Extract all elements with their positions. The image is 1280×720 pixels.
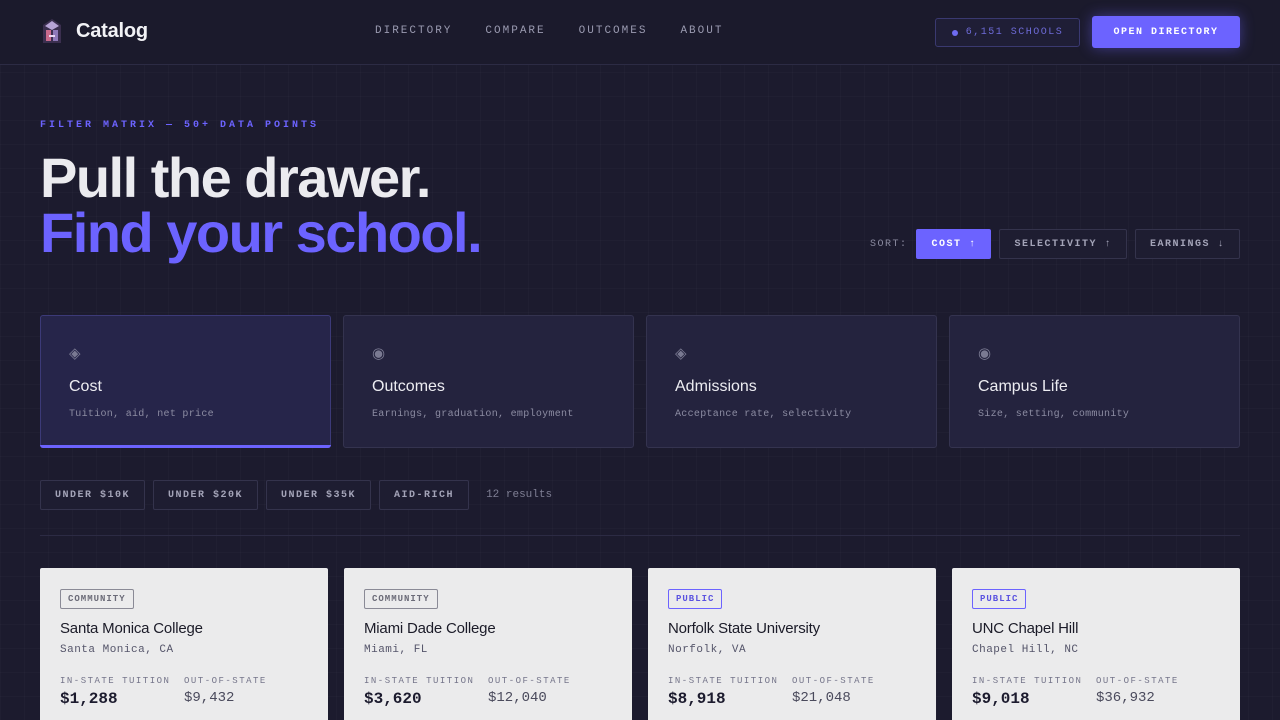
open-directory-button[interactable]: OPEN DIRECTORY	[1092, 16, 1240, 48]
sort-cost-button[interactable]: COST ↑	[916, 229, 992, 259]
category-subtitle: Tuition, aid, net price	[69, 409, 214, 420]
school-card[interactable]: PUBLIC UNC Chapel Hill Chapel Hill, NC I…	[952, 568, 1240, 720]
filter-chips: UNDER $10K UNDER $20K UNDER $35K AID-RIC…	[40, 480, 552, 510]
nav-link-compare[interactable]: COMPARE	[485, 25, 545, 37]
target-icon: ◉	[372, 345, 386, 362]
out-state-label: OUT-OF-STATE	[184, 676, 267, 686]
category-subtitle: Size, setting, community	[978, 409, 1130, 420]
category-title: Cost	[69, 378, 102, 395]
out-state-tuition: $21,048	[792, 690, 851, 706]
out-state-tuition: $36,932	[1096, 690, 1155, 706]
brand[interactable]: Catalog	[40, 17, 148, 45]
main-nav: DIRECTORY COMPARE OUTCOMES ABOUT	[375, 25, 756, 37]
out-state-tuition: $9,432	[184, 690, 235, 706]
school-name: UNC Chapel Hill	[972, 620, 1079, 637]
sort-label: SORT:	[869, 238, 908, 250]
category-card-cost[interactable]: ◈ Cost Tuition, aid, net price	[40, 315, 331, 448]
in-state-tuition: $8,918	[668, 690, 726, 708]
category-title: Admissions	[675, 378, 757, 395]
out-state-tuition: $12,040	[488, 690, 547, 706]
in-state-label: IN-STATE TUITION	[60, 676, 171, 686]
school-card[interactable]: PUBLIC Norfolk State University Norfolk,…	[648, 568, 936, 720]
in-state-tuition: $3,620	[364, 690, 422, 708]
filter-under-20k[interactable]: UNDER $20K	[153, 480, 259, 510]
category-card-outcomes[interactable]: ◉ Outcomes Earnings, graduation, employm…	[343, 315, 634, 448]
nav-link-directory[interactable]: DIRECTORY	[375, 25, 452, 37]
category-title: Outcomes	[372, 378, 445, 395]
filter-under-10k[interactable]: UNDER $10K	[40, 480, 146, 510]
school-card[interactable]: COMMUNITY Miami Dade College Miami, FL I…	[344, 568, 632, 720]
schools-count-label: 6,151 SCHOOLS	[965, 27, 1064, 38]
tuition-info: IN-STATE TUITION $9,018 OUT-OF-STATE $36…	[972, 676, 1220, 708]
school-type-badge: PUBLIC	[972, 589, 1027, 609]
school-location: Santa Monica, CA	[60, 644, 174, 656]
out-state-label: OUT-OF-STATE	[488, 676, 571, 686]
in-state-tuition: $1,288	[60, 690, 118, 708]
school-card[interactable]: COMMUNITY Santa Monica College Santa Mon…	[40, 568, 328, 720]
out-state-label: OUT-OF-STATE	[1096, 676, 1179, 686]
school-type-badge: COMMUNITY	[364, 589, 438, 609]
category-subtitle: Acceptance rate, selectivity	[675, 409, 852, 420]
in-state-label: IN-STATE TUITION	[668, 676, 779, 686]
tuition-info: IN-STATE TUITION $1,288 OUT-OF-STATE $9,…	[60, 676, 308, 708]
results-count: 12 results	[486, 489, 553, 501]
section-divider	[40, 535, 1240, 536]
category-card-admissions[interactable]: ◈ Admissions Acceptance rate, selectivit…	[646, 315, 937, 448]
in-state-label: IN-STATE TUITION	[364, 676, 475, 686]
hero-eyebrow: FILTER MATRIX — 50+ DATA POINTS	[40, 120, 320, 131]
brand-name: Catalog	[76, 19, 148, 42]
hero-title-line2: Find your school.	[40, 201, 483, 264]
sort-controls: SORT: COST ↑ SELECTIVITY ↑ EARNINGS ↓	[870, 229, 1240, 259]
school-results: COMMUNITY Santa Monica College Santa Mon…	[40, 568, 1240, 720]
hero-title-line1: Pull the drawer.	[40, 146, 431, 209]
schools-count-badge: 6,151 SCHOOLS	[935, 18, 1080, 47]
out-state-label: OUT-OF-STATE	[792, 676, 875, 686]
school-name: Miami Dade College	[364, 620, 496, 637]
in-state-label: IN-STATE TUITION	[972, 676, 1083, 686]
category-card-campus-life[interactable]: ◉ Campus Life Size, setting, community	[949, 315, 1240, 448]
top-nav: Catalog DIRECTORY COMPARE OUTCOMES ABOUT…	[0, 0, 1280, 65]
category-title: Campus Life	[978, 378, 1068, 395]
school-name: Norfolk State University	[668, 620, 820, 637]
school-location: Chapel Hill, NC	[972, 644, 1079, 656]
school-type-badge: COMMUNITY	[60, 589, 134, 609]
category-subtitle: Earnings, graduation, employment	[372, 409, 574, 420]
tuition-info: IN-STATE TUITION $8,918 OUT-OF-STATE $21…	[668, 676, 916, 708]
sort-selectivity-button[interactable]: SELECTIVITY ↑	[999, 229, 1127, 259]
diamond-icon: ◈	[675, 345, 687, 362]
tuition-info: IN-STATE TUITION $3,620 OUT-OF-STATE $12…	[364, 676, 612, 708]
nav-link-about[interactable]: ABOUT	[680, 25, 723, 37]
school-type-badge: PUBLIC	[668, 589, 723, 609]
school-location: Miami, FL	[364, 644, 428, 656]
filter-aid-rich[interactable]: AID-RICH	[379, 480, 470, 510]
nav-link-outcomes[interactable]: OUTCOMES	[579, 25, 648, 37]
diamond-icon: ◈	[69, 345, 81, 362]
school-location: Norfolk, VA	[668, 644, 747, 656]
status-dot-icon	[951, 29, 958, 36]
target-icon: ◉	[978, 345, 992, 362]
category-tabs: ◈ Cost Tuition, aid, net price ◉ Outcome…	[40, 315, 1240, 448]
sort-earnings-button[interactable]: EARNINGS ↓	[1134, 229, 1240, 259]
school-name: Santa Monica College	[60, 620, 203, 637]
in-state-tuition: $9,018	[972, 690, 1030, 708]
catalog-logo-icon	[43, 19, 61, 43]
filter-under-35k[interactable]: UNDER $35K	[266, 480, 372, 510]
